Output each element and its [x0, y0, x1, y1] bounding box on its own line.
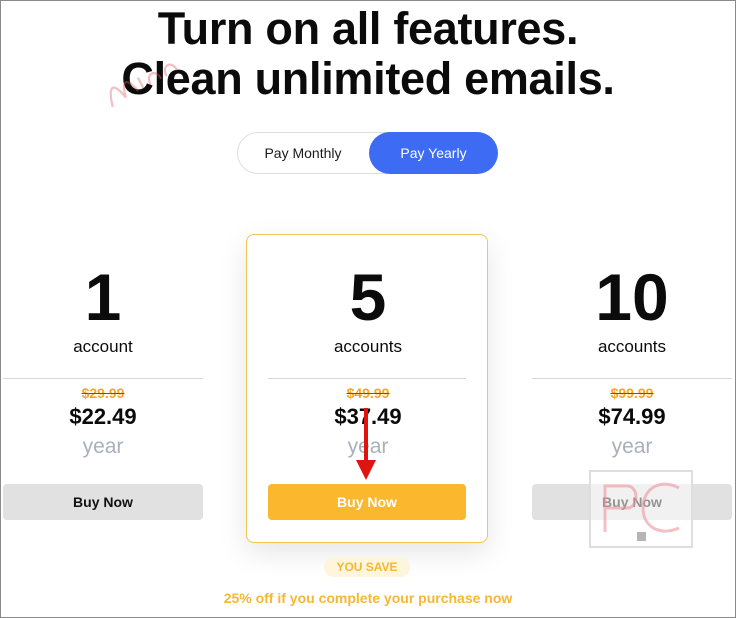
plan-account-count: 10: [595, 260, 669, 334]
plan-period: year: [82, 435, 124, 458]
plan-price: $74.99: [598, 404, 666, 429]
pc-logo-icon: [603, 482, 680, 541]
buy-now-button-1[interactable]: Buy Now: [3, 484, 203, 520]
watermark-pc-logo: [589, 470, 693, 548]
plan-old-price: $49.99: [346, 385, 390, 401]
billing-toggle: Pay Monthly Pay Yearly: [237, 132, 498, 174]
plan-period: year: [611, 435, 653, 458]
plan-account-count: 1: [84, 260, 122, 334]
red-arrow-down-icon: [356, 408, 376, 480]
buy-now-button-5[interactable]: Buy Now: [268, 484, 466, 520]
plan-account-unit: account: [73, 337, 133, 356]
plan-account-unit: accounts: [597, 337, 667, 356]
pay-monthly-option[interactable]: Pay Monthly: [238, 132, 368, 174]
plan-account-count: 5: [349, 260, 387, 334]
plan-account-unit: accounts: [333, 337, 403, 356]
plan-price: $22.49: [69, 404, 137, 429]
pay-yearly-option[interactable]: Pay Yearly: [369, 132, 498, 174]
headline-line-1: Turn on all features.: [157, 3, 579, 54]
plan-old-price: $99.99: [610, 385, 654, 401]
plan-divider: [3, 378, 203, 379]
plan-old-price: $29.99: [81, 385, 125, 401]
savings-note: 25% off if you complete your purchase no…: [223, 590, 513, 606]
plan-divider: [532, 378, 732, 379]
you-save-badge: YOU SAVE: [324, 557, 410, 577]
plan-divider: [268, 378, 466, 379]
